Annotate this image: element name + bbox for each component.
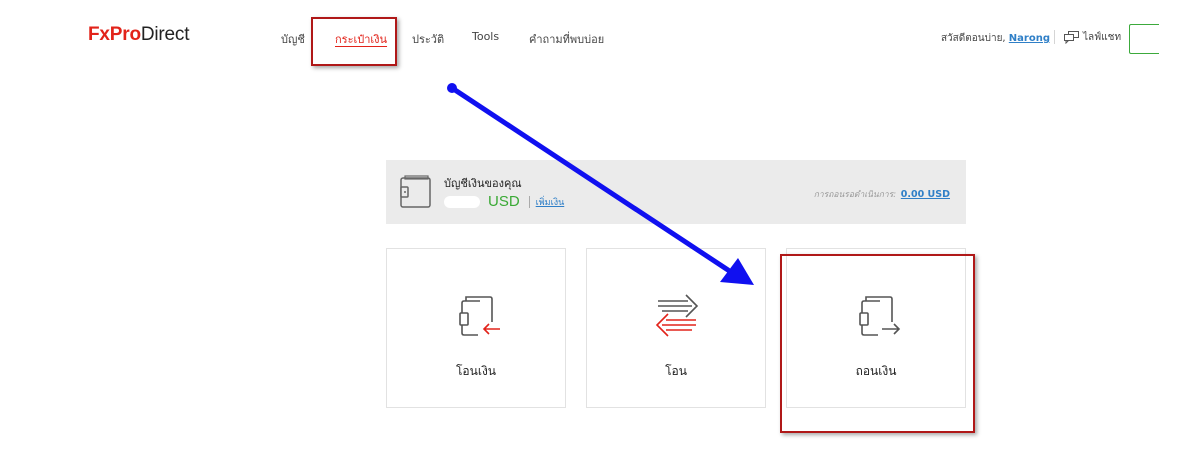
nav-item-history[interactable]: ประวัติ [412, 30, 444, 48]
redacted-balance [444, 195, 480, 208]
wallet-balance-panel: บัญชีเงินของคุณ USD เพิ่มเงิน การถอนรอดำ… [386, 160, 966, 224]
nav-item-faq[interactable]: คำถามที่พบบ่อย [529, 30, 604, 48]
transfer-arrows-icon [655, 294, 699, 337]
wallet-balance: USD เพิ่มเงิน [444, 193, 564, 210]
header-divider [1054, 30, 1055, 44]
withdraw-card[interactable]: ถอนเงิน [786, 248, 966, 408]
user-greeting: สวัสดีตอนบ่าย, Narong [941, 31, 1050, 46]
nav-item-account[interactable]: บัญชี [281, 30, 305, 48]
nav-item-wallet[interactable]: กระเป๋าเงิน [335, 30, 387, 48]
logo-direct-text: Direct [140, 24, 190, 45]
wallet-title: บัญชีเงินของคุณ [444, 177, 522, 190]
header-action-button[interactable] [1129, 24, 1159, 54]
balance-divider [528, 195, 530, 208]
deposit-wallet-icon [459, 296, 500, 336]
live-chat-label: ไลฟ์แชท [1083, 32, 1122, 43]
pending-withdrawal: การถอนรอดำเนินการ: 0.00 USD [814, 187, 950, 201]
logo-fxpro-text: FxPro [88, 24, 141, 45]
withdraw-label: ถอนเงิน [855, 364, 897, 378]
deposit-label: โอนเงิน [455, 364, 497, 378]
pending-withdrawal-value[interactable]: 0.00 USD [901, 189, 950, 200]
live-chat-button[interactable]: ไลฟ์แชท [1064, 30, 1121, 45]
pending-withdrawal-label: การถอนรอดำเนินการ: [813, 190, 897, 200]
chat-bubble-icon [1064, 31, 1079, 44]
wallet-icon [400, 175, 431, 208]
transfer-card[interactable]: โอน [586, 248, 766, 408]
fxpro-direct-logo[interactable]: FxProDirect [88, 24, 189, 46]
greeting-text: สวัสดีตอนบ่าย, [940, 33, 1006, 44]
nav-item-tools[interactable]: Tools [472, 30, 499, 43]
user-name-link[interactable]: Narong [1009, 33, 1050, 44]
add-funds-link[interactable]: เพิ่มเงิน [536, 195, 565, 209]
transfer-label: โอน [665, 364, 687, 378]
balance-currency: USD [488, 193, 520, 210]
deposit-card[interactable]: โอนเงิน [386, 248, 566, 408]
withdraw-wallet-icon [859, 296, 901, 336]
